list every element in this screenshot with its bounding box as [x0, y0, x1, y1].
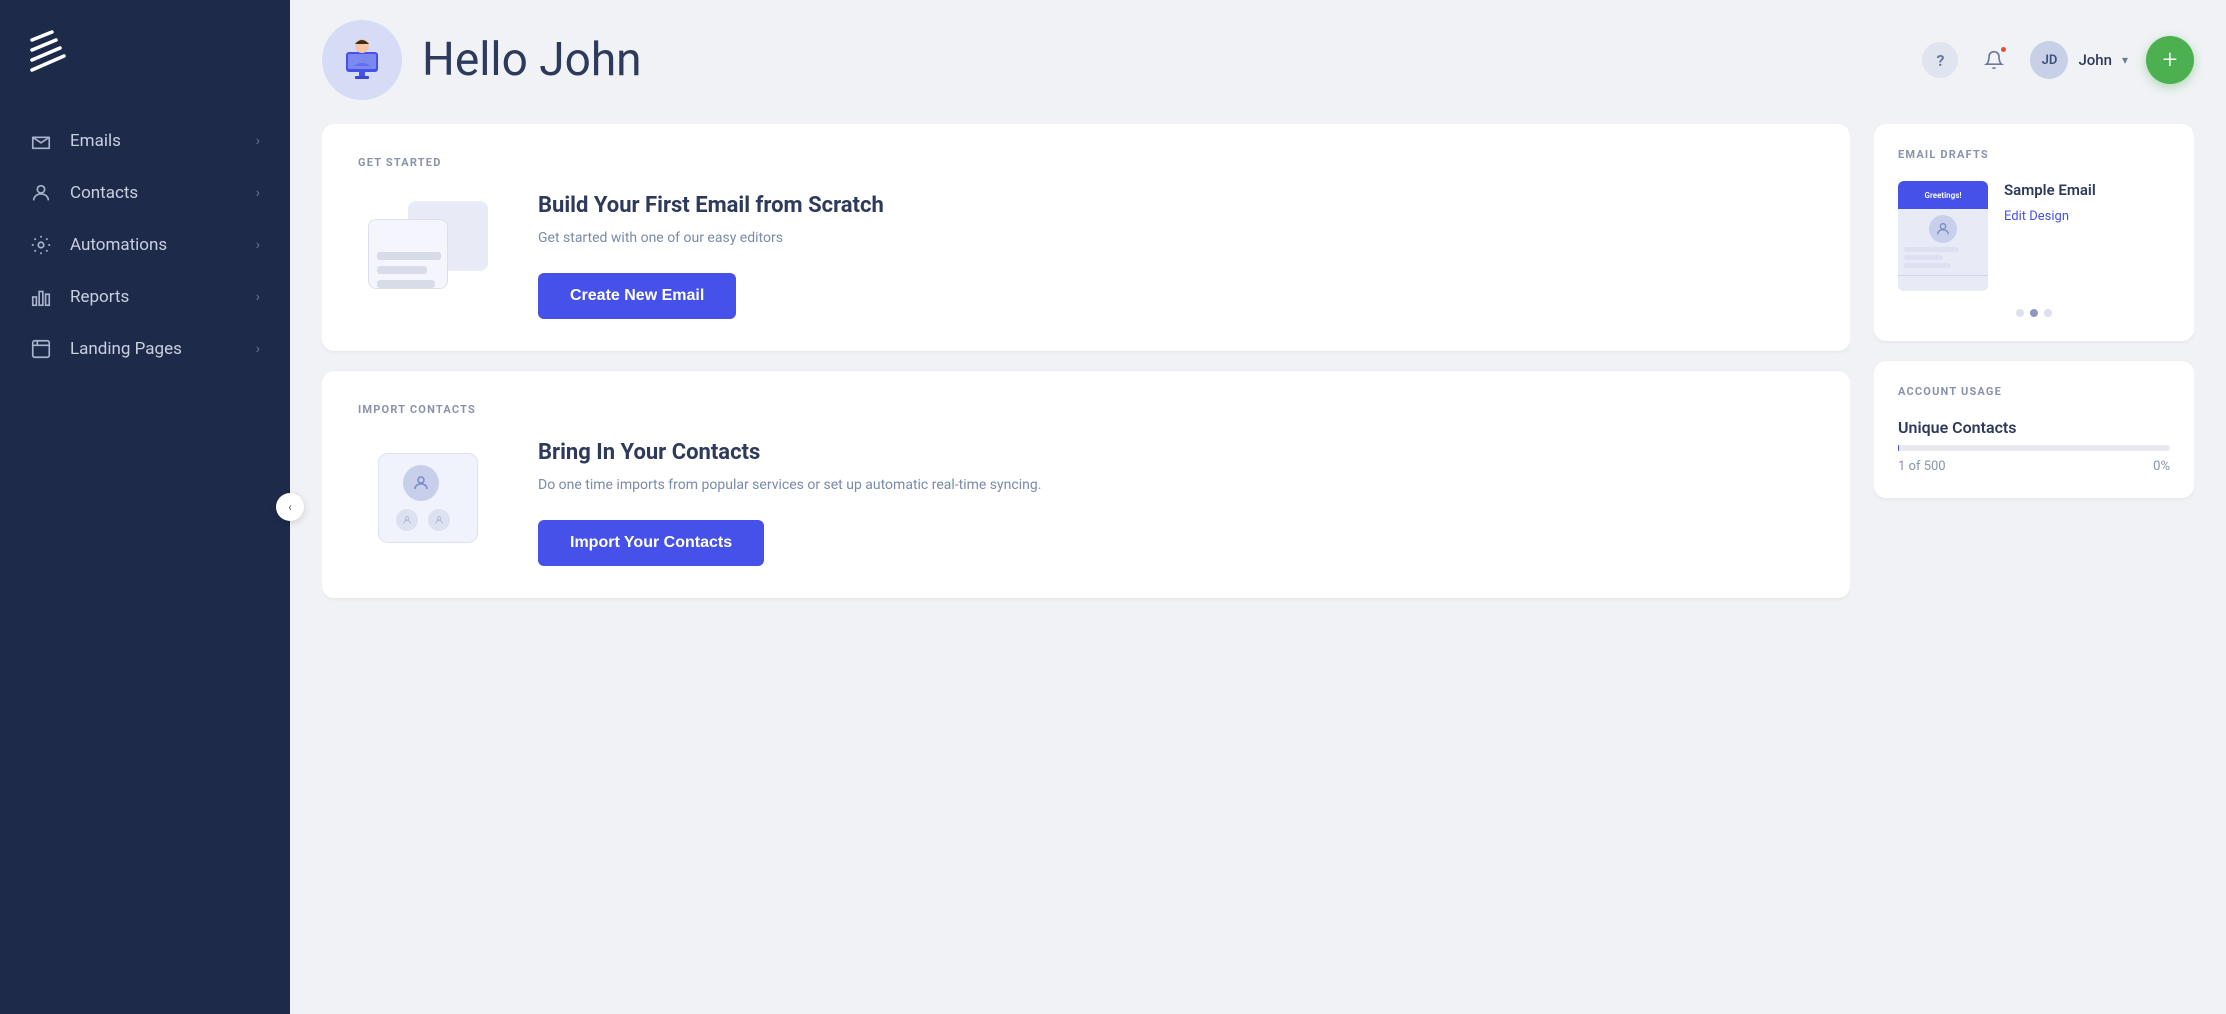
person-icon — [412, 474, 430, 492]
sidebar-item-reports-chevron: › — [256, 289, 260, 305]
header-actions: ? JD John ▾ + — [1922, 36, 2194, 84]
get-started-illustration — [358, 196, 498, 316]
get-started-section-label: GET STARTED — [358, 156, 1814, 169]
get-started-title: Build Your First Email from Scratch — [538, 193, 1814, 218]
usage-bar-fill — [1898, 445, 1899, 451]
draft-dot-1[interactable] — [2016, 309, 2024, 317]
sidebar-item-automations-chevron: › — [256, 237, 260, 253]
user-avatar: JD — [2030, 41, 2068, 79]
sidebar-item-landing-pages-chevron: › — [256, 341, 260, 357]
sidebar-toggle-button[interactable]: ‹ — [276, 493, 304, 521]
nav-items: Emails › Contacts › Automations › Report… — [0, 116, 290, 374]
import-contacts-card: IMPORT CONTACTS — [322, 371, 1850, 598]
contact-avatar-main — [403, 465, 439, 501]
import-contacts-title: Bring In Your Contacts — [538, 440, 1814, 465]
page-header: Hello John ? JD John ▾ + — [290, 0, 2226, 100]
app-logo-icon — [24, 28, 76, 80]
draft-thumbnail: Greetings! — [1898, 181, 1988, 291]
import-contacts-illustration — [358, 443, 498, 563]
draft-pagination-dots — [1898, 309, 2170, 317]
reports-icon — [30, 286, 52, 308]
sidebar-item-landing-pages-label: Landing Pages — [70, 339, 256, 359]
usage-count: 1 of 500 — [1898, 459, 1946, 474]
contact-avatar-small-2 — [428, 509, 450, 531]
sidebar-item-contacts[interactable]: Contacts › — [12, 168, 278, 218]
notification-dot — [1999, 45, 2008, 54]
help-button[interactable]: ? — [1922, 42, 1958, 78]
get-started-desc: Get started with one of our easy editors — [538, 228, 1814, 249]
account-usage-card: ACCOUNT USAGE Unique Contacts 1 of 500 0… — [1874, 361, 2194, 498]
draft-edit-link[interactable]: Edit Design — [2004, 209, 2069, 224]
user-menu[interactable]: JD John ▾ — [2030, 41, 2128, 79]
sidebar-item-emails[interactable]: Emails › — [12, 116, 278, 166]
right-column: EMAIL DRAFTS Greetings! — [1874, 124, 2194, 990]
import-contacts-section-label: IMPORT CONTACTS — [358, 403, 1814, 416]
create-new-email-button[interactable]: Create New Email — [538, 273, 736, 319]
sidebar-logo — [0, 0, 290, 116]
sidebar-item-emails-chevron: › — [256, 133, 260, 149]
sidebar-item-contacts-chevron: › — [256, 185, 260, 201]
get-started-text: Build Your First Email from Scratch Get … — [538, 193, 1814, 319]
sidebar-item-automations[interactable]: Automations › — [12, 220, 278, 270]
draft-dot-3[interactable] — [2044, 309, 2052, 317]
user-name: John — [2078, 51, 2112, 69]
header-greeting: Hello John — [322, 20, 642, 100]
email-illus-front — [368, 219, 448, 289]
sidebar-item-reports[interactable]: Reports › — [12, 272, 278, 322]
draft-item: Greetings! — [1898, 181, 2170, 291]
usage-percent: 0% — [2153, 459, 2170, 474]
draft-dot-2[interactable] — [2030, 309, 2038, 317]
email-icon — [30, 130, 52, 152]
main-area: Hello John ? JD John ▾ + GET STARTED — [290, 0, 2226, 1014]
import-contacts-desc: Do one time imports from popular service… — [538, 475, 1814, 496]
import-contacts-text: Bring In Your Contacts Do one time impor… — [538, 440, 1814, 566]
greeting-text: Hello John — [422, 33, 642, 87]
draft-name: Sample Email — [2004, 181, 2170, 199]
landing-pages-icon — [30, 338, 52, 360]
left-column: GET STARTED Build Your F — [322, 124, 1850, 990]
fab-button[interactable]: + — [2146, 36, 2194, 84]
unique-contacts-label: Unique Contacts — [1898, 418, 2170, 437]
import-contacts-inner: Bring In Your Contacts Do one time impor… — [358, 440, 1814, 566]
draft-info: Sample Email Edit Design — [2004, 181, 2170, 224]
import-contacts-button[interactable]: Import Your Contacts — [538, 520, 764, 566]
greeting-illustration — [326, 24, 398, 96]
email-drafts-title: EMAIL DRAFTS — [1898, 148, 2170, 161]
contact-avatar-small-1 — [396, 509, 418, 531]
account-usage-title: ACCOUNT USAGE — [1898, 385, 2170, 398]
draft-thumb-avatar — [1929, 215, 1957, 243]
get-started-card: GET STARTED Build Your F — [322, 124, 1850, 351]
sidebar-item-automations-label: Automations — [70, 235, 256, 255]
usage-meta: 1 of 500 0% — [1898, 459, 2170, 474]
contacts-icon — [30, 182, 52, 204]
unique-contacts-item: Unique Contacts 1 of 500 0% — [1898, 418, 2170, 474]
get-started-inner: Build Your First Email from Scratch Get … — [358, 193, 1814, 319]
usage-bar-bg — [1898, 445, 2170, 451]
sidebar: Emails › Contacts › Automations › Report… — [0, 0, 290, 1014]
email-drafts-card: EMAIL DRAFTS Greetings! — [1874, 124, 2194, 341]
greeting-avatar — [322, 20, 402, 100]
sidebar-item-emails-label: Emails — [70, 131, 256, 151]
sidebar-item-contacts-label: Contacts — [70, 183, 256, 203]
user-dropdown-chevron: ▾ — [2122, 53, 2128, 67]
page-content: GET STARTED Build Your F — [290, 100, 2226, 1014]
automations-icon — [30, 234, 52, 256]
notifications-button[interactable] — [1976, 42, 2012, 78]
sidebar-item-landing-pages[interactable]: Landing Pages › — [12, 324, 278, 374]
sidebar-item-reports-label: Reports — [70, 287, 256, 307]
